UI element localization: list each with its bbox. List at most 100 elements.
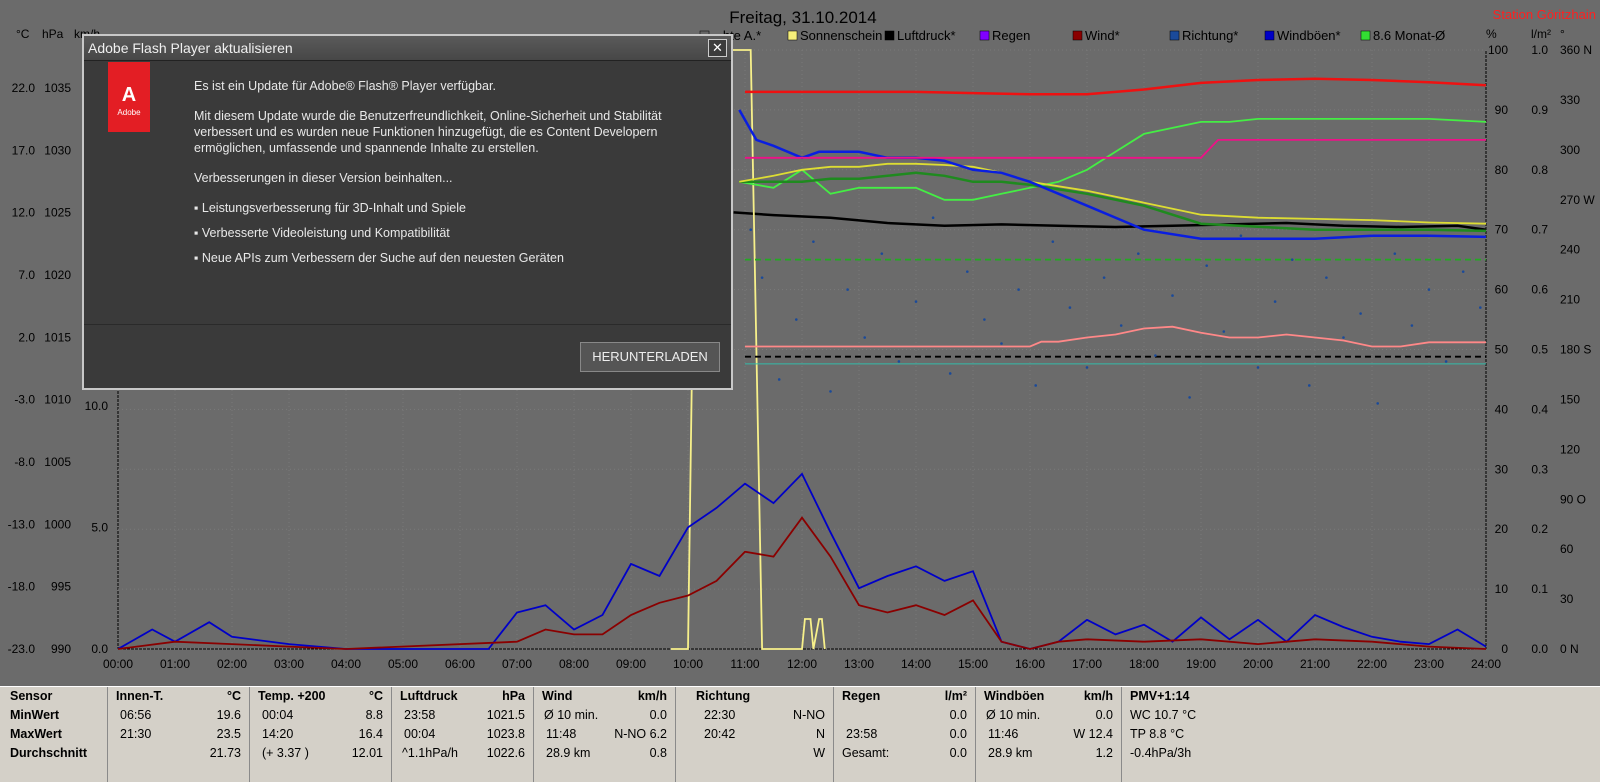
list-item: ▪ Verbesserte Videoleistung und Kompatib… xyxy=(194,226,450,240)
direction-point xyxy=(760,276,764,279)
close-icon[interactable]: ✕ xyxy=(708,39,727,57)
cell-value: N-NO 6.2 xyxy=(614,727,667,741)
dialog-titlebar[interactable]: Adobe Flash Player aktualisieren xyxy=(84,36,731,61)
col-regen: Regen l/m² 0.0 23:58 0.0 Gesamt: 0.0 xyxy=(834,687,976,782)
tick-label: 0.6 xyxy=(1531,283,1548,297)
cell-value: 8.8 xyxy=(365,708,383,722)
cell-value: 12.01 xyxy=(351,746,383,760)
legend-entry: Wind* xyxy=(1085,28,1120,43)
col-unit: km/h xyxy=(1083,689,1113,703)
tick-label: 90 xyxy=(1495,103,1509,117)
tick-label: 995 xyxy=(51,580,71,594)
direction-point xyxy=(897,360,901,363)
col-header: Sensor xyxy=(10,689,53,703)
tick-label: 1025 xyxy=(44,206,71,220)
tick-label: 06:00 xyxy=(445,657,475,671)
axis-unit-label: ° xyxy=(1560,27,1565,41)
tick-label: 00:00 xyxy=(103,657,133,671)
dialog-intro: Es ist ein Update für Adobe® Flash® Play… xyxy=(194,79,496,93)
direction-point xyxy=(1000,342,1003,345)
direction-point xyxy=(931,216,935,220)
direction-point xyxy=(1359,312,1362,315)
tick-label: 180 S xyxy=(1560,343,1591,357)
direction-point xyxy=(983,318,986,321)
direction-point xyxy=(914,300,918,303)
direction-point xyxy=(795,318,798,321)
legend-swatch xyxy=(884,30,895,41)
col-luftdruck: Luftdruck hPa 23:58 1021.5 00:04 1023.8 ^1.… xyxy=(392,687,534,782)
direction-point xyxy=(1410,324,1414,327)
tick-label: 04:00 xyxy=(331,657,361,671)
legend-entry: Regen xyxy=(992,28,1030,43)
cell-note: 28.9 km xyxy=(988,746,1033,760)
tick-label: 360 N xyxy=(1560,43,1592,57)
direction-point xyxy=(1325,276,1328,279)
series-line-wind- xyxy=(117,516,1487,650)
series-line-magenta xyxy=(745,138,1486,159)
cell-note: ^1.1hPa/h xyxy=(402,746,458,760)
direction-point xyxy=(1205,264,1208,267)
tick-label: 1.0 xyxy=(1531,43,1548,57)
col-wind: Wind km/h Ø 10 min. 0.0 11:48 N-NO 6.2 28.9… xyxy=(534,687,676,782)
tick-label: 01:00 xyxy=(160,657,190,671)
tick-label: 0 xyxy=(1501,642,1508,656)
cell-value: 0.0 xyxy=(1095,708,1113,722)
col-header: Richtung xyxy=(696,689,751,703)
col-unit: °C xyxy=(368,689,383,703)
cell-time: 11:48 xyxy=(546,727,577,741)
flash-update-dialog: Adobe Flash Player aktualisieren ✕ A Ado… xyxy=(82,34,733,390)
axis-unit-label: % xyxy=(1486,27,1497,41)
tick-label: 07:00 xyxy=(502,657,532,671)
legend-swatch xyxy=(1264,30,1275,41)
legend-swatch xyxy=(979,30,990,41)
tick-label: 1000 xyxy=(44,517,71,531)
cell-value: 1021.5 xyxy=(486,708,525,722)
cell-value: N xyxy=(815,727,825,741)
cell-value: 1.2 xyxy=(1095,746,1113,760)
legend-entry: Richtung* xyxy=(1182,28,1238,43)
col-temp: Temp. +200 °C 00:04 8.8 14:20 16.4 (+ 3.37 … xyxy=(250,687,392,782)
tick-label: 20 xyxy=(1495,522,1509,536)
dialog-separator xyxy=(84,324,731,325)
tick-label: 03:00 xyxy=(274,657,304,671)
cell-time: 20:42 xyxy=(704,727,736,741)
tick-label: 14:00 xyxy=(901,657,931,671)
direction-point xyxy=(1427,288,1431,291)
cell-value: 0.0 xyxy=(649,708,667,722)
row-label: MaxWert xyxy=(10,727,62,741)
direction-point xyxy=(1154,354,1157,357)
list-item: ▪ Neue APIs zum Verbessern der Suche auf… xyxy=(194,251,564,265)
legend-swatch xyxy=(1360,30,1371,41)
adobe-logo: A Adobe xyxy=(108,62,150,132)
cell-note: Ø 10 min. xyxy=(986,708,1041,722)
tick-label: 100 xyxy=(1488,43,1508,57)
download-button[interactable]: HERUNTERLADEN xyxy=(580,342,720,372)
direction-point xyxy=(1342,336,1345,339)
tick-label: 210 xyxy=(1560,293,1580,307)
tick-label: 60 xyxy=(1495,283,1509,297)
tick-label: 10 xyxy=(1495,582,1509,596)
cell-value: -0.4hPa/3h xyxy=(1130,746,1192,760)
tick-label: 13:00 xyxy=(844,657,874,671)
direction-point xyxy=(1444,360,1448,363)
tick-label: 1005 xyxy=(44,455,71,469)
direction-point xyxy=(863,336,866,339)
col-richtung: Richtung 22:30 N-NO 20:42 N W xyxy=(676,687,834,782)
direction-point xyxy=(948,372,952,375)
tick-label: 0.0 xyxy=(91,642,108,656)
cell-value: 23.5 xyxy=(216,727,241,741)
cell-time: 22:30 xyxy=(704,708,736,722)
tick-label: 24:00 xyxy=(1471,657,1501,671)
stats-table: Sensor MinWert MaxWert Durchschnitt Inne… xyxy=(0,686,1600,782)
direction-point xyxy=(829,390,832,393)
cell-time: 21:30 xyxy=(120,727,152,741)
row-label: MinWert xyxy=(10,708,60,722)
tick-label: 120 xyxy=(1560,442,1580,456)
col-unit: hPa xyxy=(502,689,525,703)
direction-point xyxy=(1376,402,1379,405)
direction-point xyxy=(1034,384,1037,387)
tick-label: 1015 xyxy=(44,330,71,344)
cell-time: 00:04 xyxy=(262,708,294,722)
direction-point xyxy=(1119,324,1123,327)
tick-label: 0.7 xyxy=(1531,223,1548,237)
